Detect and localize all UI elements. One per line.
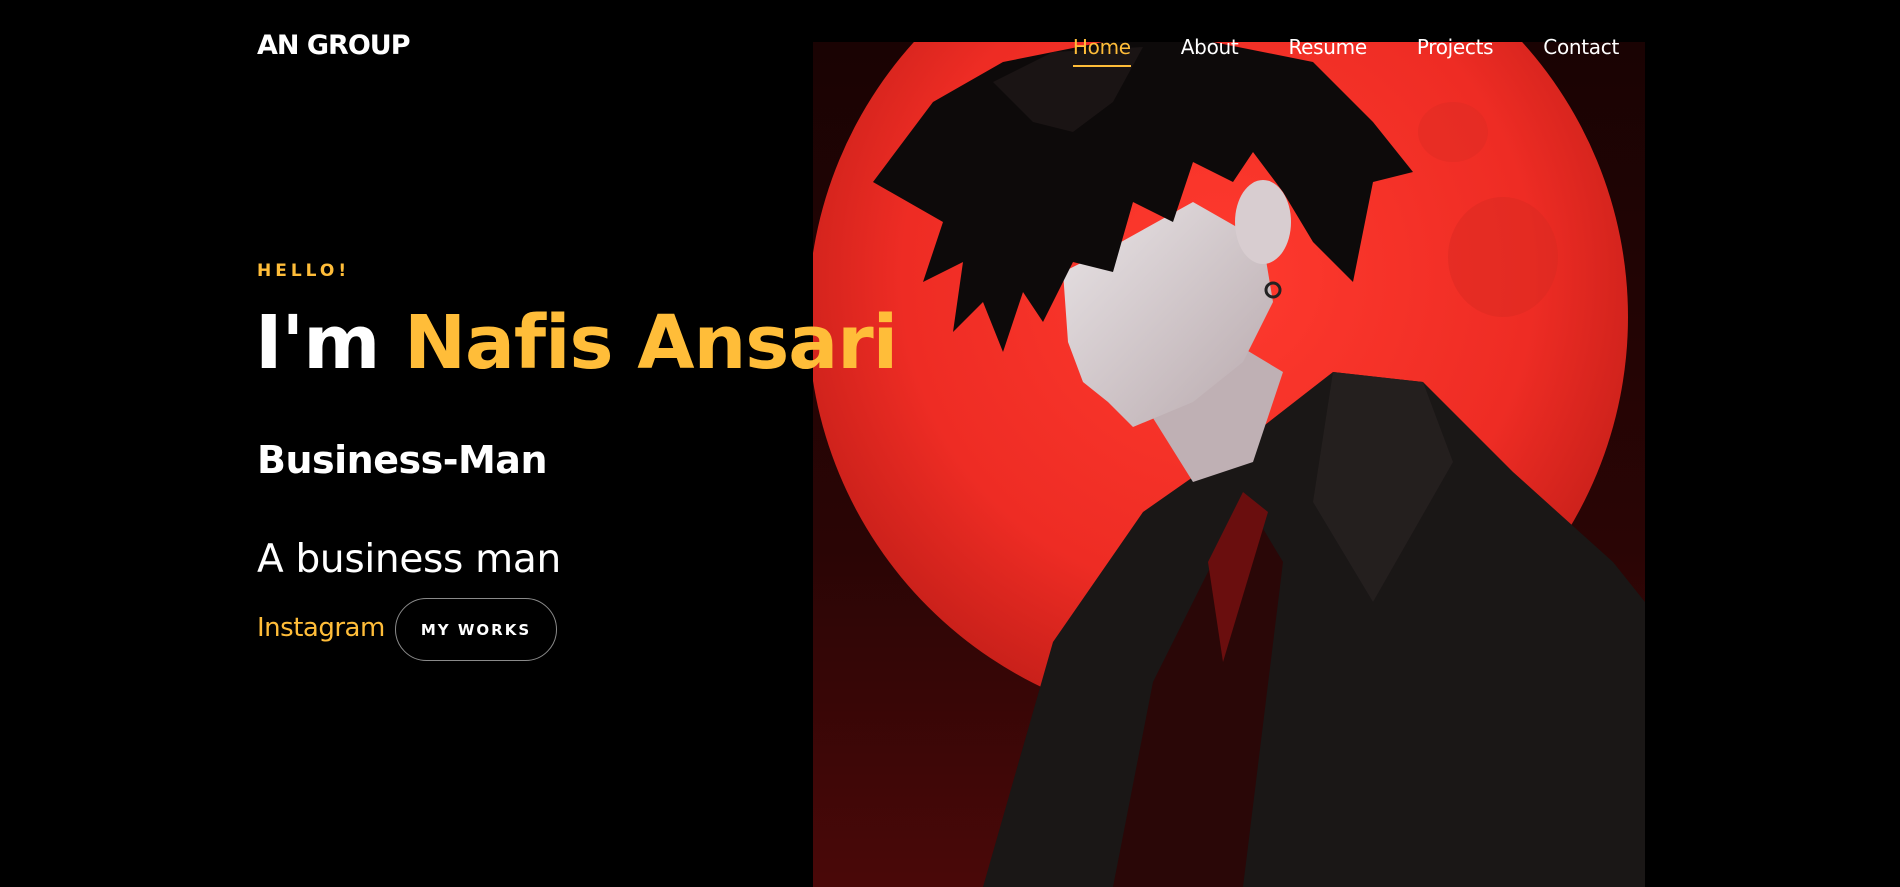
- anime-man-red-moon-icon: [813, 42, 1645, 887]
- headline-name: Nafis Ansari: [404, 300, 898, 386]
- page: AN GROUP Home About Resume Projects Cont…: [0, 0, 1900, 887]
- hero-headline: I'm Nafis Ansari: [255, 306, 898, 380]
- main-nav: Home About Resume Projects Contact: [1023, 35, 1619, 67]
- hero-illustration: [813, 42, 1645, 887]
- nav-about[interactable]: About: [1181, 35, 1239, 67]
- my-works-button[interactable]: MY WORKS: [395, 598, 557, 661]
- hero-greeting: HELLO!: [257, 261, 351, 281]
- hero-tagline: A business man: [257, 537, 561, 582]
- headline-prefix: I'm: [255, 300, 380, 386]
- nav-projects[interactable]: Projects: [1417, 35, 1494, 67]
- nav-resume[interactable]: Resume: [1288, 35, 1367, 67]
- instagram-link[interactable]: Instagram: [257, 613, 385, 643]
- nav-home[interactable]: Home: [1072, 35, 1131, 67]
- hero-role: Business-Man: [257, 438, 548, 482]
- logo[interactable]: AN GROUP: [257, 30, 411, 61]
- nav-contact[interactable]: Contact: [1543, 35, 1619, 67]
